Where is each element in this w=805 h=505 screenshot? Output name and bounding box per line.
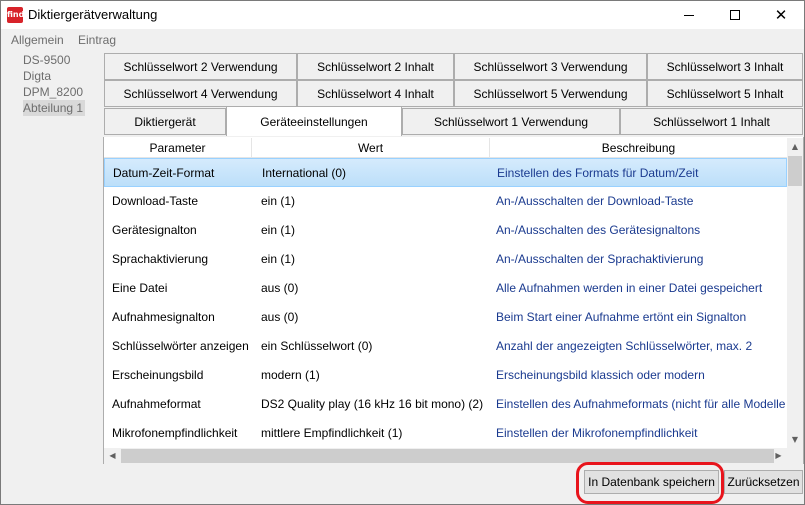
tree-item-abteilung-1[interactable]: Abteilung 1 xyxy=(23,100,85,116)
table-row[interactable]: Sprachaktivierung ein (1) An-/Ausschalten … xyxy=(104,245,787,274)
maximize-button[interactable] xyxy=(712,1,758,29)
app-logo-icon: find xyxy=(7,7,24,23)
minimize-icon xyxy=(684,14,694,16)
scroll-up-icon[interactable]: ▲ xyxy=(787,138,803,155)
vertical-scroll-thumb[interactable] xyxy=(788,156,802,186)
parameter-cell: Gerätesignalton xyxy=(112,223,197,237)
description-cell: Einstellen des Aufnahmeformats (nicht fü… xyxy=(496,397,786,411)
value-cell[interactable]: aus (0) xyxy=(261,274,491,303)
parameter-cell: Datum-Zeit-Format xyxy=(113,166,215,180)
tab-keyword2-content[interactable]: Schlüsselwort 2 Inhalt xyxy=(297,53,454,80)
description-cell: An-/Ausschalten der Sprachaktivierung xyxy=(496,252,704,266)
horizontal-scroll-thumb[interactable] xyxy=(121,449,774,463)
value-cell[interactable]: modern (1) xyxy=(261,361,491,390)
parameter-cell: Mikrofonempfindlichkeit xyxy=(112,426,238,440)
tree-item-dpm-8200[interactable]: DPM_8200 xyxy=(23,84,103,100)
tab-keyword1-usage[interactable]: Schlüsselwort 1 Verwendung xyxy=(402,108,620,135)
tab-keyword4-usage[interactable]: Schlüsselwort 4 Verwendung xyxy=(104,80,297,107)
maximize-icon xyxy=(730,10,740,20)
table-row[interactable]: Eine Datei aus (0) Alle Aufnahmen werden i… xyxy=(104,274,787,303)
minimize-button[interactable] xyxy=(666,1,712,29)
tab-keyword4-content[interactable]: Schlüsselwort 4 Inhalt xyxy=(297,80,454,107)
description-cell: Alle Aufnahmen werden in einer Datei ges… xyxy=(496,281,763,295)
table-row[interactable]: Aufnahmeformat DS2 Quality play (16 kHz 1… xyxy=(104,390,787,419)
column-header-value[interactable]: Wert xyxy=(252,138,490,158)
tab-dictation-device[interactable]: Diktiergerät xyxy=(104,108,226,135)
settings-grid: Datum-Zeit-Format International (0) Einste… xyxy=(104,158,787,448)
reset-button[interactable]: Zurücksetzen xyxy=(724,470,803,494)
table-row[interactable]: Erscheinungsbild modern (1) Erscheinungsbi… xyxy=(104,361,787,390)
table-row[interactable]: Gerätesignalton ein (1) An-/Ausschalten de… xyxy=(104,216,787,245)
menu-eintrag[interactable]: Eintrag xyxy=(78,33,116,47)
title-bar[interactable]: find Diktiergerätverwaltung ✕ xyxy=(1,1,804,29)
window-title: Diktiergerätverwaltung xyxy=(28,7,158,22)
table-row[interactable]: Aufnahmesignalton aus (0) Beim Start einer… xyxy=(104,303,787,332)
table-row[interactable]: Datum-Zeit-Format International (0) Einste… xyxy=(104,158,787,187)
menu-bar: Allgemein Eintrag xyxy=(1,31,301,49)
tree-item-digta[interactable]: Digta xyxy=(23,68,103,84)
parameter-cell: Schlüsselwörter anzeigen xyxy=(112,339,249,353)
description-cell: Einstellen der Mikrofonempfindlichkeit xyxy=(496,426,698,440)
tab-device-settings[interactable]: Geräteeinstellungen xyxy=(226,106,402,136)
tab-keyword5-usage[interactable]: Schlüsselwort 5 Verwendung xyxy=(454,80,647,107)
parameter-cell: Eine Datei xyxy=(112,281,168,295)
description-cell: Anzahl der angezeigten Schlüsselwörter, … xyxy=(496,339,753,353)
tab-keyword2-usage[interactable]: Schlüsselwort 2 Verwendung xyxy=(104,53,297,80)
column-header-description[interactable]: Beschreibung xyxy=(490,138,787,158)
parameter-cell: Erscheinungsbild xyxy=(112,368,204,382)
description-cell: Erscheinungsbild klassich oder modern xyxy=(496,368,705,382)
table-row[interactable]: Download-Taste ein (1) An-/Ausschalten der… xyxy=(104,187,787,216)
value-cell[interactable]: ein Schlüsselwort (0) xyxy=(261,332,491,361)
scroll-down-icon[interactable]: ▼ xyxy=(787,431,803,448)
tab-keyword5-content[interactable]: Schlüsselwort 5 Inhalt xyxy=(647,80,803,107)
description-cell: An-/Ausschalten der Download-Taste xyxy=(496,194,694,208)
parameter-cell: Aufnahmeformat xyxy=(112,397,201,411)
value-cell[interactable]: ein (1) xyxy=(261,187,491,216)
value-cell[interactable]: DS2 Quality play (16 kHz 16 bit mono) (2… xyxy=(261,390,491,419)
grid-header: Parameter Wert Beschreibung xyxy=(104,138,787,158)
scroll-right-icon[interactable]: ▶ xyxy=(770,448,787,464)
description-cell: Beim Start einer Aufnahme ertönt ein Sig… xyxy=(496,310,747,324)
table-row[interactable]: Schlüsselwörter anzeigen ein Schlüsselwor… xyxy=(104,332,787,361)
value-cell[interactable]: ein (1) xyxy=(261,216,491,245)
value-cell[interactable]: International (0) xyxy=(262,159,492,188)
close-icon: ✕ xyxy=(774,5,788,24)
value-cell[interactable]: mittlere Empfindlichkeit (1) xyxy=(261,419,491,448)
device-tree: DS-9500 Digta DPM_8200 Abteilung 1 xyxy=(23,52,103,116)
description-cell: Einstellen des Formats für Datum/Zeit xyxy=(497,166,699,180)
scroll-left-icon[interactable]: ◀ xyxy=(104,448,121,464)
menu-allgemein[interactable]: Allgemein xyxy=(11,33,64,47)
parameter-cell: Aufnahmesignalton xyxy=(112,310,215,324)
scrollbar-corner xyxy=(787,448,803,464)
tab-keyword1-content[interactable]: Schlüsselwort 1 Inhalt xyxy=(620,108,803,135)
value-cell[interactable]: ein (1) xyxy=(261,245,491,274)
highlight-annotation xyxy=(576,462,724,504)
app-window: find Diktiergerätverwaltung ✕ Allgemein … xyxy=(0,0,805,505)
close-button[interactable]: ✕ xyxy=(758,1,804,29)
tree-item-ds-9500[interactable]: DS-9500 xyxy=(23,52,103,68)
value-cell[interactable]: aus (0) xyxy=(261,303,491,332)
column-header-parameter[interactable]: Parameter xyxy=(104,138,252,158)
parameter-cell: Sprachaktivierung xyxy=(112,252,209,266)
tab-keyword3-usage[interactable]: Schlüsselwort 3 Verwendung xyxy=(454,53,647,80)
vertical-scrollbar[interactable]: ▲ ▼ xyxy=(787,138,803,448)
parameter-cell: Download-Taste xyxy=(112,194,199,208)
tab-keyword3-content[interactable]: Schlüsselwort 3 Inhalt xyxy=(647,53,803,80)
description-cell: An-/Ausschalten des Gerätesignaltons xyxy=(496,223,701,237)
table-row[interactable]: Mikrofonempfindlichkeit mittlere Empfindl… xyxy=(104,419,787,448)
